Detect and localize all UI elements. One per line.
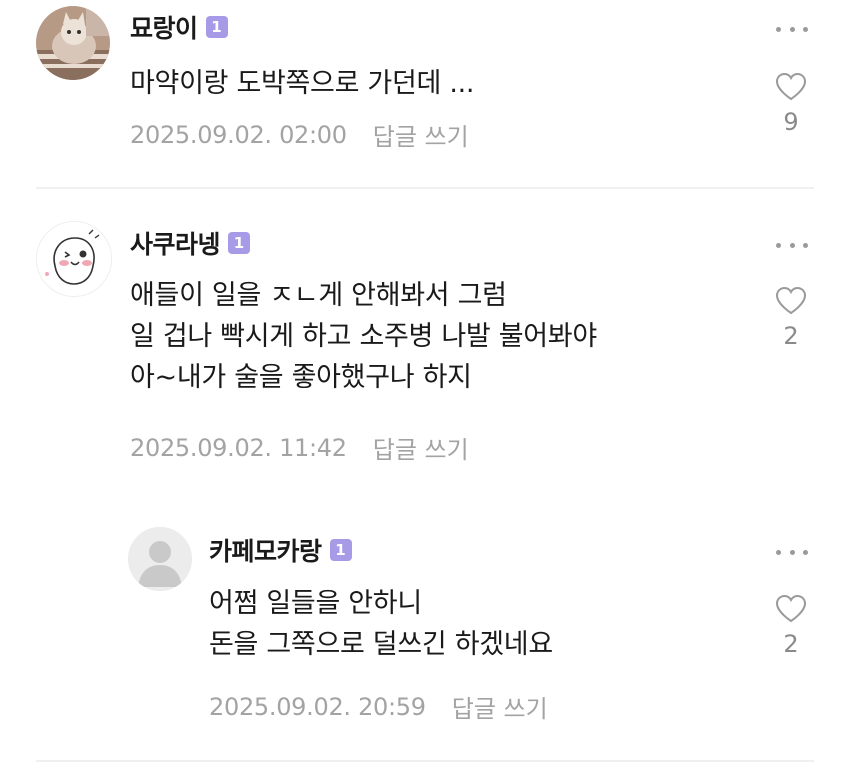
reply-button[interactable]: 답글 쓰기 <box>373 117 469 152</box>
person-silhouette-icon <box>128 527 192 591</box>
avatar[interactable] <box>36 221 112 297</box>
like-button[interactable]: 9 <box>774 72 808 136</box>
more-dots-icon <box>776 242 781 248</box>
divider <box>36 760 814 762</box>
more-dot <box>803 242 808 248</box>
reply-button[interactable]: 답글 쓰기 <box>452 689 548 724</box>
comment-body: 마약이랑 도박쪽으로 가던데 ... <box>130 63 474 104</box>
comment-meta: 2025.09.02. 20:59 답글 쓰기 <box>209 689 548 724</box>
cartoon-character-avatar-icon <box>37 222 111 296</box>
comment-body: 애들이 일을 ㅈㄴ게 안해봐서 그럼 일 겁나 빡시게 하고 소주병 나발 불어… <box>130 275 597 398</box>
comment-date: 2025.09.02. 20:59 <box>209 692 426 721</box>
like-count: 2 <box>783 630 799 658</box>
like-count: 9 <box>783 108 799 136</box>
more-dots-icon <box>776 26 781 32</box>
comment-meta: 2025.09.02. 02:00 답글 쓰기 <box>130 117 469 152</box>
heart-outline-icon <box>775 286 807 315</box>
member-level-badge: 1 <box>329 539 352 561</box>
comment-meta: 2025.09.02. 11:42 답글 쓰기 <box>130 430 469 465</box>
avatar[interactable] <box>128 527 192 591</box>
reply-comment-item: 카페모카랑 1 어쩜 일들을 안하니 돈을 그쪽으로 덜쓰긴 하겠네요 2 20… <box>0 490 850 765</box>
comment-line: 일 겁나 빡시게 하고 소주병 나발 불어봐야 <box>130 321 597 352</box>
comment-line: 어쩜 일들을 안하니 <box>209 588 422 619</box>
more-options-button[interactable] <box>776 19 808 39</box>
comment-item: 사쿠라넹 1 애들이 일을 ㅈㄴ게 안해봐서 그럼 일 겁나 빡시게 하고 소주… <box>0 188 850 490</box>
like-button[interactable]: 2 <box>774 286 808 350</box>
comment-line: 애들이 일을 ㅈㄴ게 안해봐서 그럼 <box>130 280 507 311</box>
like-count: 2 <box>783 322 799 350</box>
more-dot <box>789 242 795 248</box>
more-dot <box>803 549 808 555</box>
member-level-badge: 1 <box>205 16 228 38</box>
more-dot <box>789 26 795 32</box>
comment-date: 2025.09.02. 11:42 <box>130 433 347 462</box>
more-options-button[interactable] <box>776 235 808 255</box>
comment-body: 어쩜 일들을 안하니 돈을 그쪽으로 덜쓰긴 하겠네요 <box>209 583 553 665</box>
cat-photo-avatar-icon <box>36 6 110 80</box>
author-name[interactable]: 사쿠라넹 <box>130 225 221 261</box>
more-dots-icon <box>776 549 781 555</box>
comment-line: 마약이랑 도박쪽으로 가던데 ... <box>130 68 475 99</box>
like-button[interactable]: 2 <box>774 594 808 658</box>
author-name[interactable]: 묘랑이 <box>130 9 198 45</box>
member-level-badge: 1 <box>228 232 251 254</box>
more-dot <box>789 549 795 555</box>
comment-item: 묘랑이 1 마약이랑 도박쪽으로 가던데 ... 9 2025.09.02. 0… <box>0 0 850 188</box>
more-dot <box>803 26 808 32</box>
comment-line: 돈을 그쪽으로 덜쓰긴 하겠네요 <box>209 629 553 660</box>
heart-outline-icon <box>775 594 807 623</box>
heart-outline-icon <box>775 72 807 101</box>
comment-date: 2025.09.02. 02:00 <box>130 120 347 149</box>
more-options-button[interactable] <box>776 542 808 562</box>
comment-line: 아~내가 술을 좋아했구나 하지 <box>130 362 472 393</box>
avatar[interactable] <box>36 6 110 80</box>
author-name[interactable]: 카페모카랑 <box>209 532 322 568</box>
reply-button[interactable]: 답글 쓰기 <box>373 430 469 465</box>
